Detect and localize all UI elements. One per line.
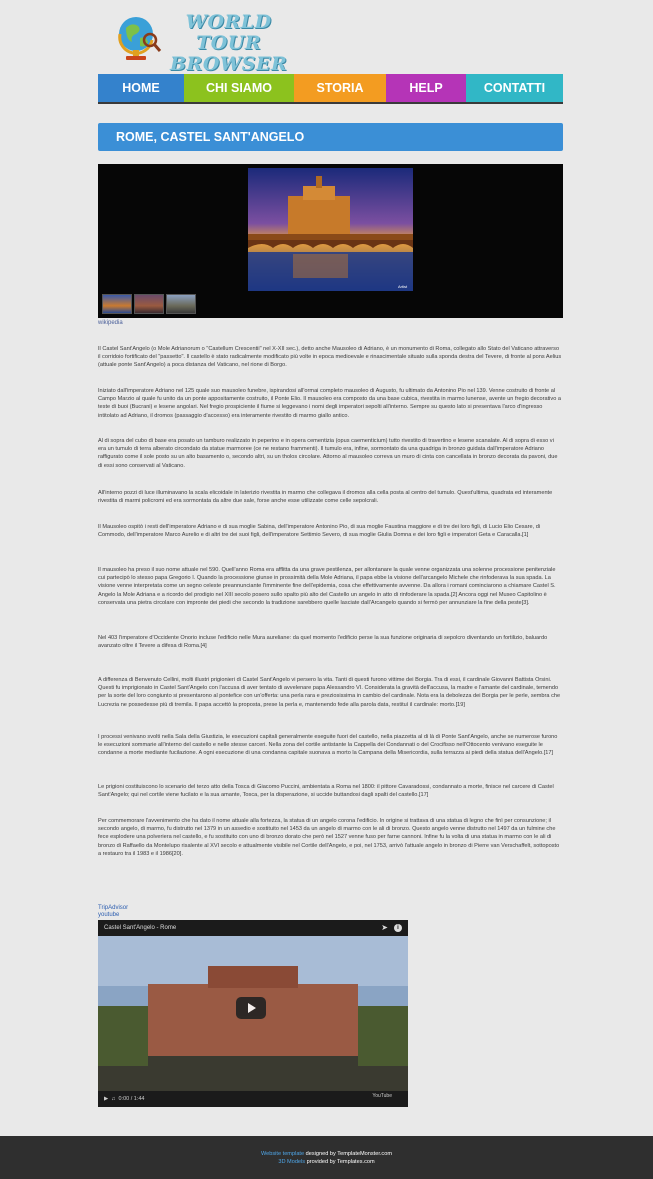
paragraph-9: I processi venivano svolti nella Sala de… [98,734,558,757]
paragraph-8: A differenza di Benvenuto Cellini, molti… [98,677,561,708]
gallery-thumb-1[interactable] [102,294,132,314]
site-footer: Website template designed by TemplateMon… [0,1136,653,1179]
paragraph-6: Il mausoleo ha preso il suo nome attuale… [98,567,556,606]
website-template-link[interactable]: Website template [261,1151,304,1157]
source-links: TripAdvisor youtube [98,905,128,919]
gallery-thumb-3[interactable] [166,294,196,314]
paragraph-1: Il Castel Sant'Angelo (o Mole Adrianorum… [98,346,562,369]
site-title-line1: WORLD TOUR [185,11,272,54]
paragraph-7: Nel 403 l'imperatore d'Occidente Onorio … [98,635,548,650]
paragraph-11: Per commemorare l'avvenimento che ha dat… [98,818,560,857]
site-logo[interactable]: WORLD TOUR BROWSER [112,10,287,75]
nav-contatti[interactable]: CONTATTI [466,74,563,102]
paragraph-3: Al di sopra del cubo di base era posato … [98,438,558,469]
main-photo[interactable]: Artist [248,168,413,291]
nav-chi-siamo[interactable]: CHI SIAMO [184,74,294,102]
site-title-line2: BROWSER [170,53,288,75]
gallery-credit-link[interactable]: wikipedia [98,320,123,326]
video-time: 0:00 / 1:44 [118,1096,145,1102]
site-title: WORLD TOUR BROWSER [170,12,287,75]
footer-line-1: Website template designed by TemplateMon… [0,1150,653,1158]
gallery-thumb-2[interactable] [134,294,164,314]
youtube-link[interactable]: youtube [98,912,128,919]
footer-line-1-text: designed by TemplateMonster.com [304,1151,392,1157]
video-controls: ▶ ♫ 0:00 / 1:44 [98,1091,408,1107]
photo-tag: Artist [398,284,408,289]
video-title[interactable]: Castel Sant'Angelo - Rome [98,920,408,936]
youtube-logo[interactable]: YouTube [372,1093,392,1099]
play-button[interactable] [236,997,266,1019]
nav-help[interactable]: HELP [386,74,466,102]
info-icon[interactable]: i [394,924,402,932]
footer-line-2-text: provided by Templates.com [305,1159,375,1165]
nav-storia[interactable]: STORIA [294,74,386,102]
footer-line-2: 3D Models provided by Templates.com [0,1158,653,1166]
video-player[interactable]: Castel Sant'Angelo - Rome ➤ i ▶ ♫ 0:00 /… [98,920,408,1107]
paragraph-10: Le prigioni costituiscono lo scenario de… [98,784,554,799]
play-icon[interactable]: ▶ [104,1096,108,1102]
paragraph-2: Iniziato dall'imperatore Adriano nel 125… [98,388,561,419]
nav-home[interactable]: HOME [98,74,184,102]
globe-icon [118,17,162,60]
page-title: ROME, CASTEL SANT'ANGELO [98,123,563,151]
paragraph-5: Il Mausoleo ospitò i resti dell'imperato… [98,524,541,539]
paragraph-4: All'interno pozzi di luce illuminavano l… [98,490,553,505]
volume-icon[interactable]: ♫ [110,1096,117,1102]
photo-gallery: Artist [98,164,563,318]
tripadvisor-link[interactable]: TripAdvisor [98,905,128,912]
main-nav: HOME CHI SIAMO STORIA HELP CONTATTI [98,74,563,102]
share-icon[interactable]: ➤ [381,923,388,932]
3d-models-link[interactable]: 3D Models [278,1159,305,1165]
nav-divider [98,102,563,104]
